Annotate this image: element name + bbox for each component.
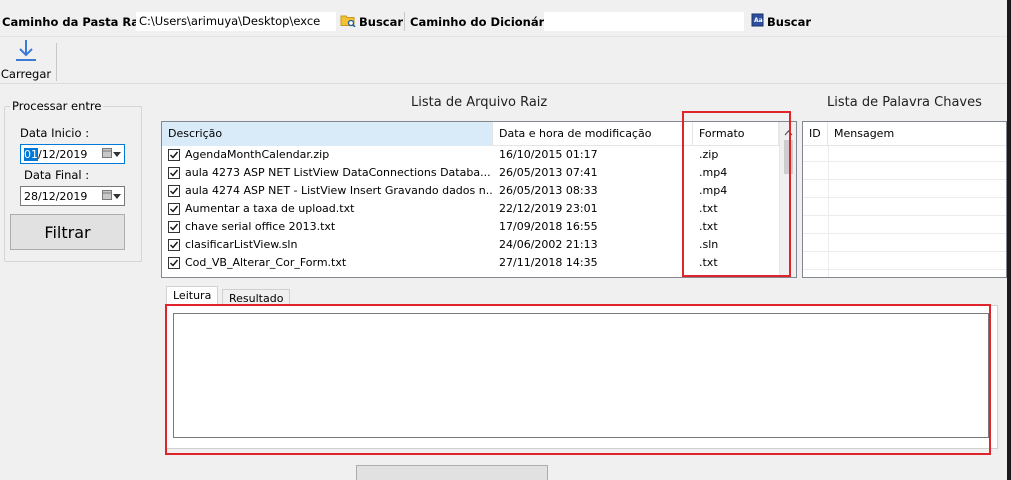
row-checkbox[interactable] [168,257,180,269]
file-name: clasificarListView.sln [185,238,298,251]
chevron-down-icon [113,148,121,161]
file-date-cell: 22/12/2019 23:01 [499,202,598,215]
date-range-legend: Processar entre [10,99,104,113]
file-name-cell: AgendaMonthCalendar.zip [162,146,493,164]
end-date-value: 28/12/2019 [24,189,88,203]
file-name-cell: Aumentar a taxa de upload.txt [162,200,493,218]
file-date-cell: 26/05/2013 08:33 [499,184,598,197]
row-checkbox[interactable] [168,149,180,161]
bottom-action-button[interactable] [356,465,548,480]
grid-line [803,233,1006,234]
row-checkbox[interactable] [168,203,180,215]
checkmark-icon [170,223,179,231]
root-buscar-label: Buscar [359,14,404,29]
svg-text:Aa: Aa [754,17,763,24]
row-checkbox[interactable] [168,239,180,251]
grid-line [828,146,829,277]
file-date-cell: 24/06/2002 21:13 [499,238,598,251]
keywords-listview-header: ID Mensagem [803,122,1006,146]
file-date-cell: 27/11/2018 14:35 [499,256,598,269]
file-name-cell: Cod_VB_Alterar_Cor_Form.txt [162,254,493,272]
formato-column-highlight [682,111,791,277]
file-name: aula 4273 ASP NET ListView DataConnectio… [185,166,491,179]
file-date-cell: 26/05/2013 07:41 [499,166,598,179]
file-name-cell: aula 4273 ASP NET ListView DataConnectio… [162,164,493,182]
files-list-title: Lista de Arquivo Raiz [411,95,548,110]
file-name: chave serial office 2013.txt [185,220,336,233]
window-top-strip [0,0,1007,8]
row-checkbox[interactable] [168,221,180,233]
column-header-data[interactable]: Data e hora de modificação [493,122,693,146]
main-toolbar: Carregar [0,37,1007,84]
grid-line [803,161,1006,162]
calendar-icon [102,147,112,161]
end-date-label: Data Final : [24,168,90,182]
start-date-picker[interactable]: 01/12/2019 [20,144,125,164]
text-panel-highlight [165,304,991,455]
file-name: Cod_VB_Alterar_Cor_Form.txt [185,256,347,269]
file-name: Aumentar a taxa de upload.txt [185,202,355,215]
keywords-listview[interactable]: ID Mensagem [802,121,1007,278]
checkmark-icon [170,259,179,267]
start-date-rest: /12/2019 [38,147,88,161]
column-header-descricao[interactable]: Descrição [162,122,493,146]
file-name: AgendaMonthCalendar.zip [185,148,330,161]
grid-line [803,197,1006,198]
keywords-grid [803,146,1006,277]
checkmark-icon [170,151,179,159]
end-date-picker[interactable]: 28/12/2019 [20,186,125,206]
dictionary-icon: Aa [751,13,764,30]
calendar-dropdown-button[interactable] [102,189,124,203]
grid-line [803,269,1006,270]
root-path-label: Caminho da Pasta Raiz : [2,15,159,29]
start-date-label: Data Inicio : [20,126,90,140]
column-header-mensagem[interactable]: Mensagem [828,122,1006,146]
file-name-cell: clasificarListView.sln [162,236,493,254]
column-header-id[interactable]: ID [803,122,828,146]
grid-line [803,251,1006,252]
carregar-label: Carregar [0,67,52,81]
file-date-cell: 17/09/2018 16:55 [499,220,598,233]
checkmark-icon [170,205,179,213]
chevron-down-icon [113,190,121,203]
checkmark-icon [170,169,179,177]
file-name-cell: chave serial office 2013.txt [162,218,493,236]
calendar-dropdown-button[interactable] [102,147,124,161]
file-name: aula 4274 ASP NET - ListView Insert Grav… [185,184,493,197]
row-checkbox[interactable] [168,185,180,197]
checkmark-icon [170,187,179,195]
root-path-input[interactable]: C:\Users\arimuya\Desktop\exce [136,12,336,31]
filtrar-button[interactable]: Filtrar [10,214,125,250]
file-name-cell: aula 4274 ASP NET - ListView Insert Grav… [162,182,493,200]
dict-path-label: Caminho do Dicionário : [410,15,565,29]
file-date-cell: 16/10/2015 01:17 [499,148,598,161]
toolbar-separator [404,12,405,31]
download-arrow-icon [13,38,39,67]
start-date-day: 01 [24,147,38,161]
checkmark-icon [170,241,179,249]
toolbar-separator [56,43,57,81]
window-edge [1007,0,1011,480]
row-checkbox[interactable] [168,167,180,179]
carregar-button[interactable]: Carregar [0,38,52,81]
keywords-list-title: Lista de Palavra Chaves [827,95,982,110]
calendar-icon [102,189,112,203]
grid-line [803,179,1006,180]
dict-buscar-button[interactable]: Aa Buscar [751,12,811,31]
dict-buscar-label: Buscar [767,14,812,29]
dict-path-input[interactable] [544,12,744,31]
root-buscar-button[interactable]: Buscar [340,12,403,31]
grid-line [803,215,1006,216]
path-bar: Caminho da Pasta Raiz : C:\Users\arimuya… [0,8,1007,37]
folder-search-icon [340,13,356,30]
